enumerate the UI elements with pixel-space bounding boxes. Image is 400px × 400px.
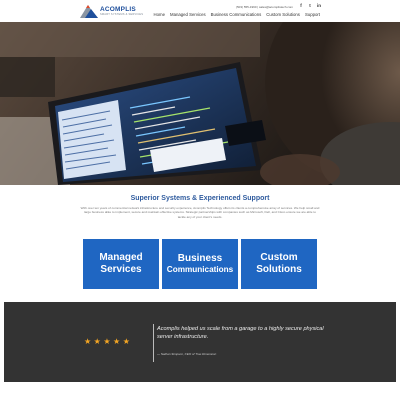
nav-item-custom-solutions[interactable]: Custom Solutions xyxy=(266,12,300,17)
hero-laptop-illustration xyxy=(0,22,400,185)
nav-item-managed-services[interactable]: Managed Services xyxy=(170,12,206,17)
card-label: Custom Solutions xyxy=(256,252,302,276)
facebook-icon[interactable]: f xyxy=(299,3,303,8)
logo-text: ACOMPLIS SMART SYSTEMS & SERVICES xyxy=(100,6,143,16)
star-icon: ★ xyxy=(103,337,111,346)
card-title-line1: Managed xyxy=(99,252,143,263)
business-communications-card[interactable]: Business Communications xyxy=(162,239,238,289)
site-header: ACOMPLIS SMART SYSTEMS & SERVICES (503) … xyxy=(0,0,400,22)
linkedin-icon[interactable]: in xyxy=(317,3,321,8)
nav-item-support[interactable]: Support xyxy=(305,12,320,17)
testimonial-quote: Acomplis helped us scale from a garage t… xyxy=(157,326,324,341)
card-label: Managed Services xyxy=(99,252,142,276)
card-title-line2: Services xyxy=(100,264,142,275)
nav-item-business-communications[interactable]: Business Communications xyxy=(211,12,262,17)
main-nav: Home Managed Services Business Communica… xyxy=(149,12,320,17)
brand-name: ACOMPLIS xyxy=(100,6,136,13)
hero-image xyxy=(0,22,400,185)
intro-heading: Superior Systems & Experienced Support xyxy=(130,195,270,202)
quote-divider xyxy=(153,324,154,362)
logo-mountain-icon xyxy=(80,5,98,18)
custom-solutions-card[interactable]: Custom Solutions xyxy=(241,239,317,289)
social-links: f t in xyxy=(299,3,326,8)
intro-paragraph: With over ten years of commercial networ… xyxy=(80,206,320,219)
contact-info: (503) 555-1990 | sales@acomplistech.com xyxy=(236,5,294,9)
star-icon: ★ xyxy=(93,337,101,346)
card-title-line1: Business xyxy=(177,253,223,264)
managed-services-card[interactable]: Managed Services xyxy=(83,239,159,289)
card-title-line2: Communications xyxy=(166,265,234,274)
brand-tagline: SMART SYSTEMS & SERVICES xyxy=(100,13,144,16)
card-title-line1: Custom xyxy=(260,252,298,263)
star-icon: ★ xyxy=(84,337,92,346)
card-label: Business Communications xyxy=(167,253,233,275)
star-rating: ★ ★ ★ ★ ★ xyxy=(84,338,132,346)
star-icon: ★ xyxy=(113,337,121,346)
testimonial-section: ★ ★ ★ ★ ★ Acomplis helped us scale from … xyxy=(4,302,396,382)
twitter-icon[interactable]: t xyxy=(308,3,312,8)
testimonial-attribution: — Nathan Simpson, CEO of True Dimension xyxy=(157,352,217,356)
star-icon: ★ xyxy=(122,337,130,346)
nav-item-home[interactable]: Home xyxy=(154,12,165,17)
brand-logo[interactable]: ACOMPLIS SMART SYSTEMS & SERVICES xyxy=(80,3,143,19)
card-title-line2: Solutions xyxy=(256,264,302,275)
